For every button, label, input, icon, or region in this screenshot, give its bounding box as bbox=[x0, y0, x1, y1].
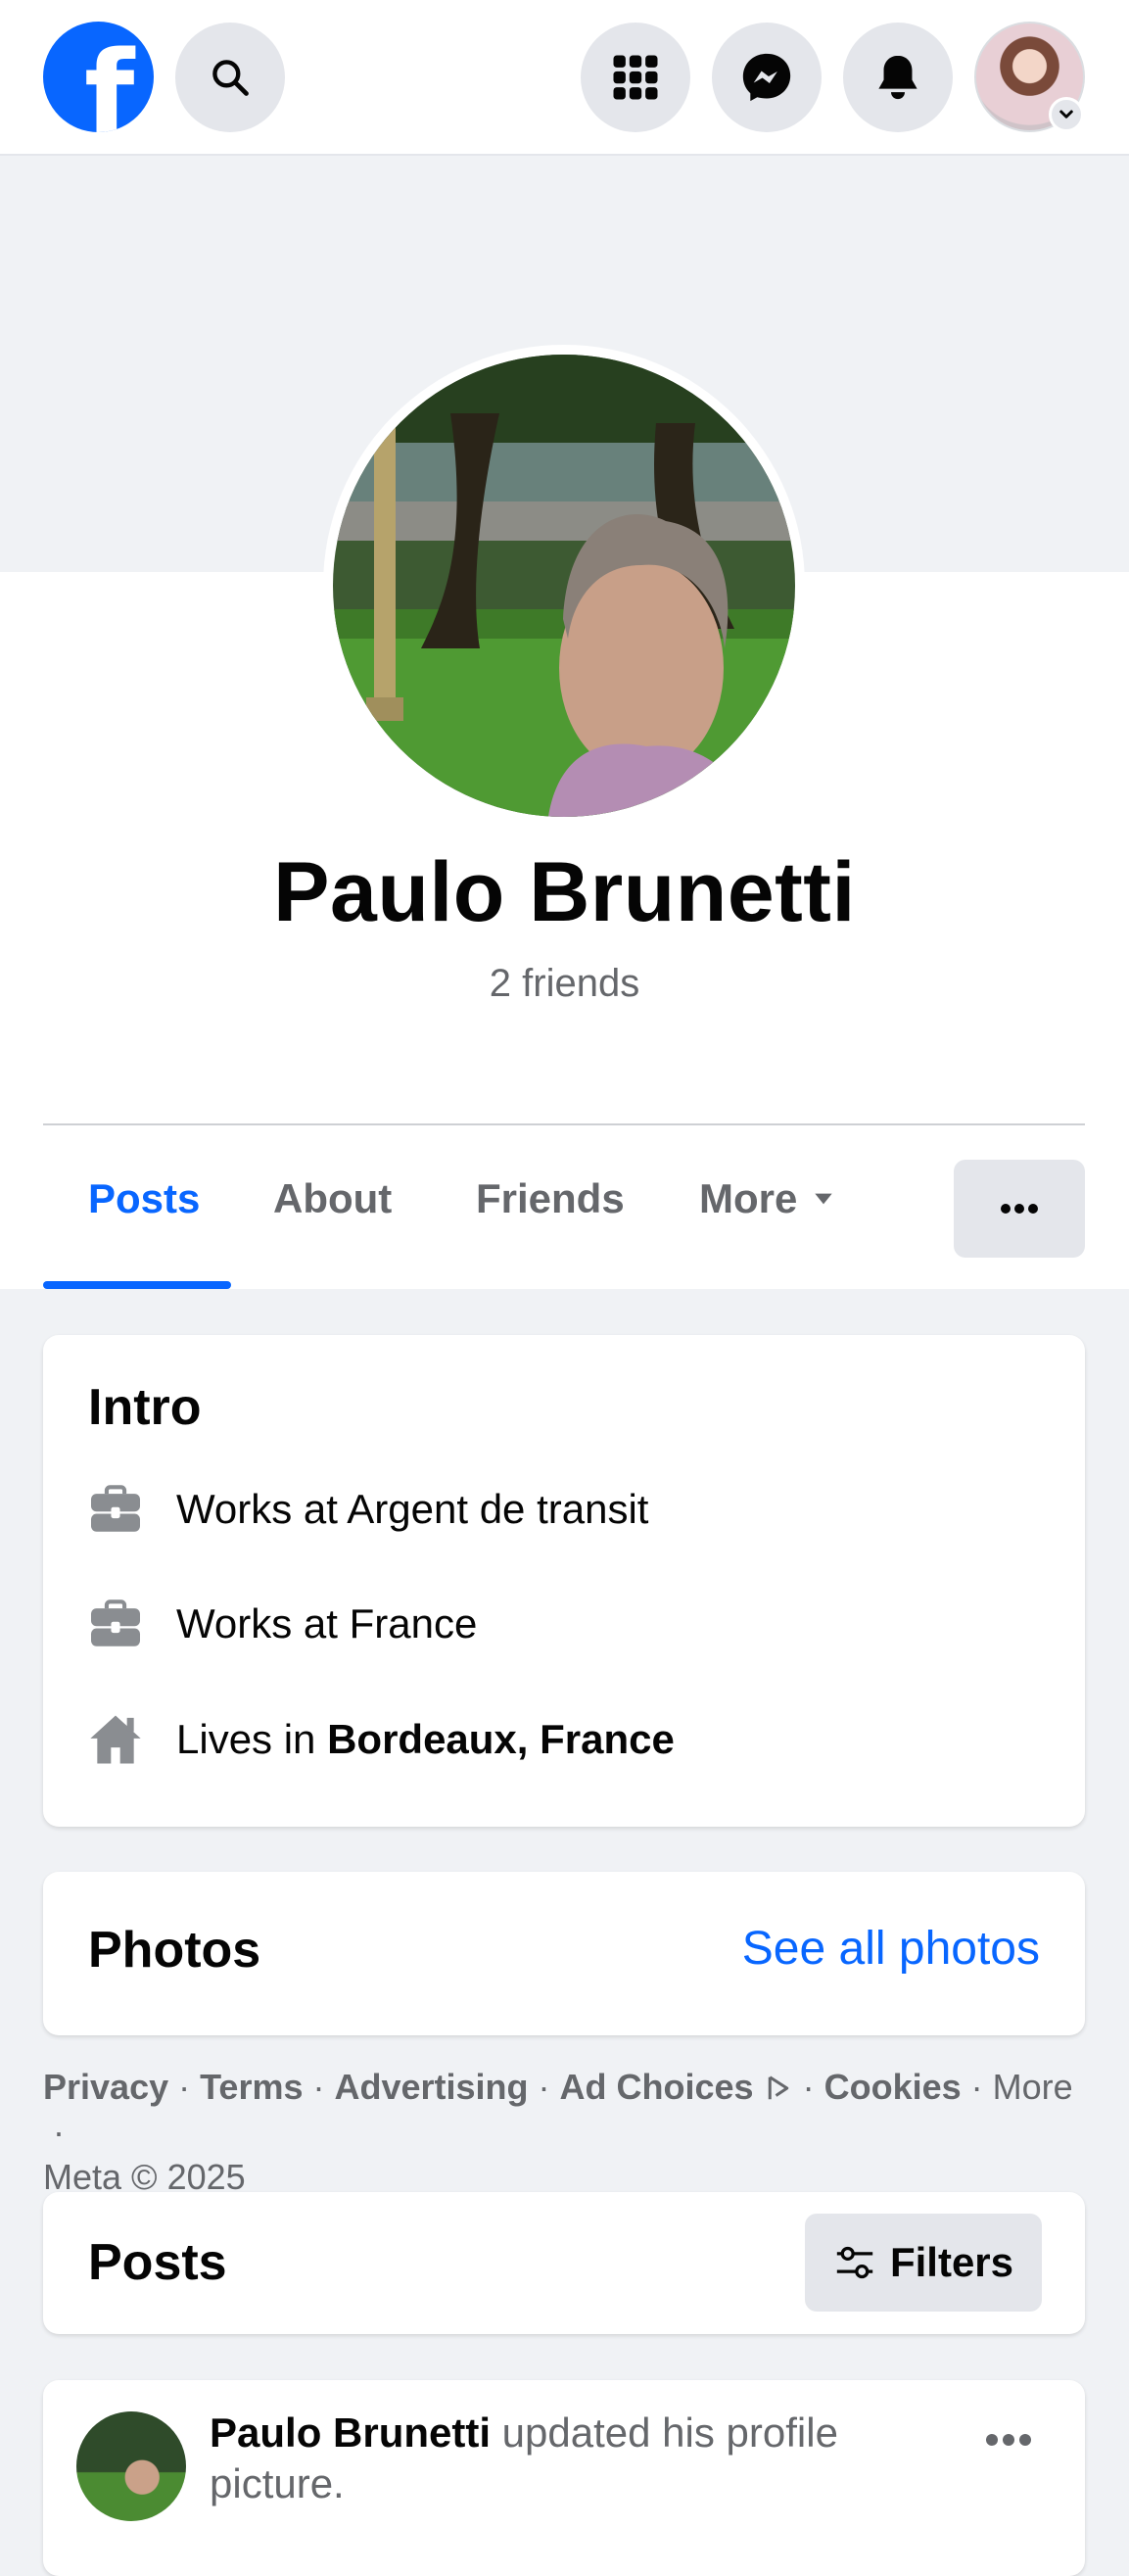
top-navigation-bar: f bbox=[0, 0, 1129, 156]
intro-item-prefix: Lives in bbox=[176, 1716, 328, 1762]
intro-item-work-1: Works at Argent de transit bbox=[88, 1482, 648, 1537]
active-tab-indicator bbox=[43, 1281, 231, 1289]
chevron-down-icon bbox=[1059, 110, 1073, 119]
messenger-icon bbox=[742, 53, 791, 102]
friends-count[interactable]: 2 friends bbox=[0, 962, 1129, 1006]
intro-item-text: Works at Argent de transit bbox=[176, 1486, 649, 1532]
menu-grid-icon bbox=[613, 55, 658, 100]
more-horizontal-icon bbox=[1001, 1204, 1038, 1214]
intro-item-work-2: Works at France bbox=[88, 1597, 477, 1651]
briefcase-icon bbox=[88, 1597, 143, 1651]
home-icon bbox=[88, 1712, 143, 1767]
see-all-photos-link[interactable]: See all photos bbox=[742, 1922, 1040, 1976]
filters-label: Filters bbox=[889, 2239, 1014, 2285]
tab-friends[interactable]: Friends bbox=[476, 1175, 625, 1222]
intro-item-text: Works at France bbox=[176, 1600, 478, 1646]
profile-photo bbox=[333, 355, 795, 817]
profile-options-button[interactable] bbox=[954, 1160, 1085, 1258]
post-author-avatar[interactable] bbox=[76, 2411, 186, 2521]
messenger-button[interactable] bbox=[712, 23, 822, 132]
profile-picture[interactable] bbox=[323, 345, 805, 827]
search-button[interactable] bbox=[175, 23, 285, 132]
tab-about[interactable]: About bbox=[273, 1175, 392, 1222]
terms-link[interactable]: Terms bbox=[200, 2067, 303, 2107]
intro-item-home: Lives in Bordeaux, France bbox=[88, 1712, 675, 1767]
post-options-button[interactable] bbox=[985, 2433, 1032, 2452]
ad-choices-icon bbox=[768, 2075, 788, 2100]
filters-icon bbox=[836, 2246, 873, 2279]
advertising-link[interactable]: Advertising bbox=[335, 2067, 529, 2107]
facebook-logo[interactable]: f bbox=[43, 22, 154, 132]
tab-more-label: More bbox=[699, 1175, 798, 1221]
post-author-name[interactable]: Paulo Brunetti bbox=[210, 2409, 491, 2456]
intro-title: Intro bbox=[88, 1379, 202, 1436]
tab-more[interactable]: More bbox=[699, 1175, 836, 1222]
caret-down-icon bbox=[815, 1193, 833, 1205]
bell-icon bbox=[878, 55, 917, 100]
photos-card: Photos See all photos bbox=[43, 1872, 1085, 2035]
footer-links: Privacy · Terms · Advertising · Ad Choic… bbox=[43, 2067, 1073, 2197]
facebook-logo-letter: f bbox=[84, 25, 135, 132]
tab-posts[interactable]: Posts bbox=[88, 1175, 200, 1222]
notifications-button[interactable] bbox=[843, 23, 953, 132]
more-link[interactable]: More bbox=[993, 2067, 1073, 2107]
divider bbox=[43, 1123, 1085, 1125]
privacy-link[interactable]: Privacy bbox=[43, 2067, 168, 2107]
post-header-text: Paulo Brunetti updated his profile pictu… bbox=[210, 2408, 915, 2509]
briefcase-icon bbox=[88, 1482, 143, 1537]
copyright: Meta © 2025 bbox=[43, 2157, 246, 2197]
posts-header-card: Posts Filters bbox=[43, 2192, 1085, 2334]
intro-card: Intro Works at Argent de transit Works a… bbox=[43, 1335, 1085, 1827]
more-horizontal-icon bbox=[986, 2434, 1031, 2446]
search-icon bbox=[212, 60, 249, 96]
photos-title: Photos bbox=[88, 1922, 261, 1979]
post-card: Paulo Brunetti updated his profile pictu… bbox=[43, 2380, 1085, 2576]
account-menu-button[interactable] bbox=[1049, 97, 1084, 132]
intro-location-link[interactable]: Bordeaux, France bbox=[327, 1716, 675, 1763]
menu-button[interactable] bbox=[581, 23, 690, 132]
ad-choices-link[interactable]: Ad Choices bbox=[560, 2067, 793, 2107]
cookies-link[interactable]: Cookies bbox=[824, 2067, 962, 2107]
posts-title: Posts bbox=[88, 2234, 227, 2291]
filters-button[interactable]: Filters bbox=[805, 2214, 1042, 2312]
profile-name: Paulo Brunetti bbox=[273, 845, 856, 939]
